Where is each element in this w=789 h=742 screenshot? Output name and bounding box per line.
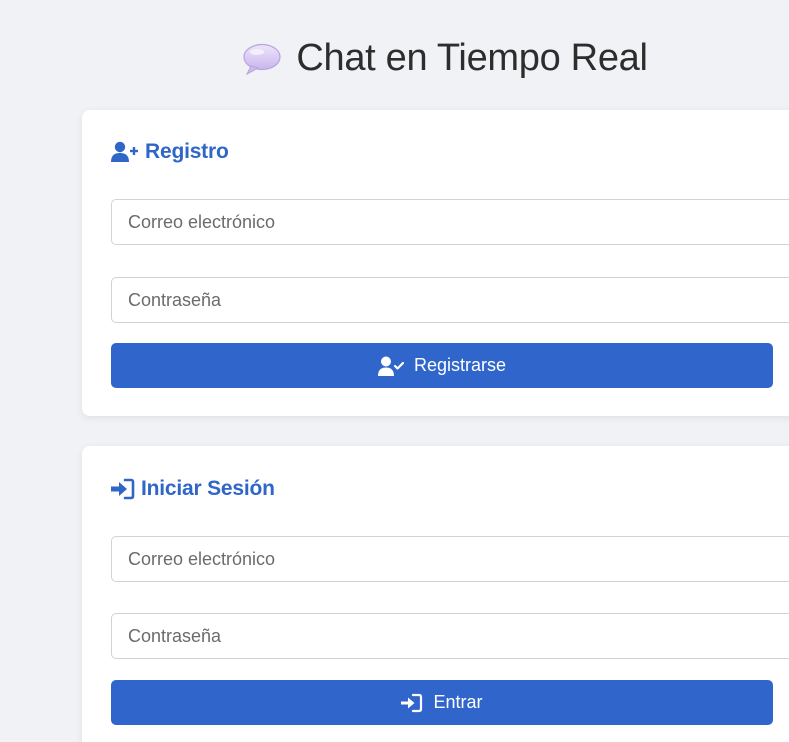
page-title: Chat en Tiempo Real — [0, 34, 789, 82]
enter-icon — [401, 693, 423, 713]
login-email-input[interactable] — [111, 536, 789, 582]
sign-in-icon — [111, 478, 135, 500]
page-title-text: Chat en Tiempo Real — [296, 37, 648, 79]
register-card: Registro Registrarse — [82, 110, 789, 416]
register-button-label: Registrarse — [413, 355, 507, 375]
register-password-input[interactable] — [111, 277, 789, 323]
speech-bubble-icon — [242, 40, 282, 76]
register-heading: Registro — [111, 138, 229, 166]
login-heading: Iniciar Sesión — [111, 475, 275, 503]
page: Chat en Tiempo Real Registro Correo elec… — [0, 0, 789, 742]
register-email-input[interactable] — [111, 199, 789, 245]
register-heading-text: Registro — [145, 140, 229, 163]
login-password-input[interactable] — [111, 613, 789, 659]
login-card: Iniciar Sesión Entrar — [82, 446, 789, 742]
user-plus-icon — [111, 141, 139, 163]
login-button[interactable]: Entrar — [111, 680, 773, 725]
login-button-label: Entrar — [433, 692, 483, 712]
login-heading-text: Iniciar Sesión — [141, 477, 275, 500]
register-button[interactable]: Registrarse — [111, 343, 773, 388]
user-check-icon — [377, 356, 404, 376]
